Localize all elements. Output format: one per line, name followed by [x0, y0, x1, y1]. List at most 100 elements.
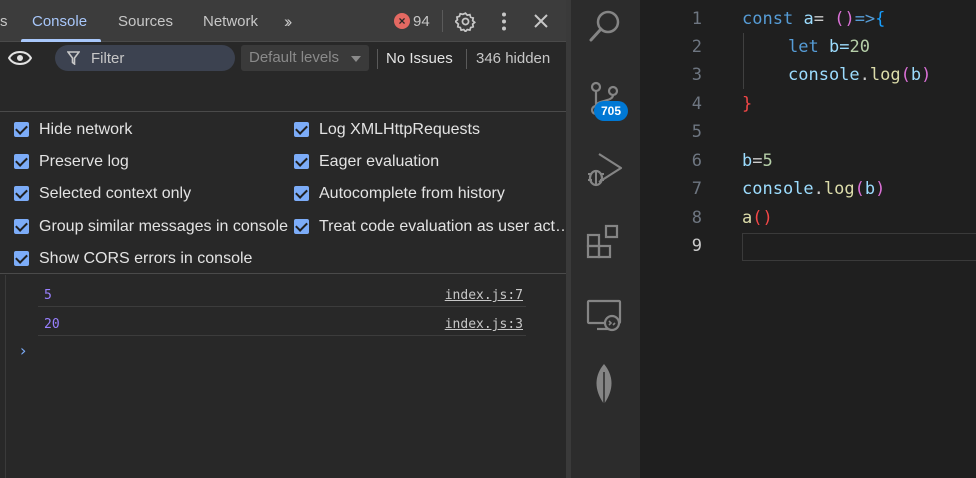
- checkbox[interactable]: [14, 154, 29, 169]
- close-icon[interactable]: [532, 12, 550, 30]
- filter-box: [55, 45, 235, 71]
- code-keyword: const: [742, 9, 794, 29]
- code-identifier: a: [803, 9, 814, 29]
- code-paren: ): [762, 208, 773, 228]
- code-dot: .: [859, 65, 870, 85]
- code-editor[interactable]: 1 2 3 4 5 6 7 8 9 const a= ()=>{ let b=2…: [640, 0, 976, 478]
- toolbar-divider: [442, 10, 443, 32]
- checkbox[interactable]: [294, 219, 309, 234]
- filter-input[interactable]: [91, 45, 231, 71]
- error-count[interactable]: 94: [413, 13, 430, 30]
- indent-guide: [743, 33, 744, 89]
- code-identifier: b: [742, 151, 753, 171]
- code-number: 20: [849, 37, 870, 57]
- issues-button[interactable]: No Issues: [386, 50, 453, 67]
- code-number: 5: [762, 151, 773, 171]
- code-identifier: console: [742, 179, 814, 199]
- console-message: 5 index.js:7: [38, 278, 526, 307]
- console-message-source-link[interactable]: index.js:3: [445, 317, 523, 332]
- checkbox[interactable]: [14, 219, 29, 234]
- code-line: let b=20: [788, 33, 870, 61]
- devtools-tab-bar: s Console Sources Network ›› × 94: [0, 0, 566, 42]
- checkbox[interactable]: [14, 122, 29, 137]
- code-paren: (: [752, 208, 763, 228]
- setting-label: Show CORS errors in console: [39, 250, 253, 267]
- console-prompt[interactable]: ›: [20, 341, 26, 360]
- console-message-value: 20: [44, 317, 60, 332]
- setting-label: Eager evaluation: [319, 153, 440, 170]
- code-dot: .: [813, 179, 824, 199]
- console-settings-pane: Hide network Preserve log Selected conte…: [0, 111, 566, 274]
- code-line: }: [742, 90, 752, 118]
- setting-label: Preserve log: [39, 153, 129, 170]
- filter-icon: [67, 51, 80, 65]
- line-number: 2: [691, 37, 702, 57]
- line-number-active: 9: [691, 236, 702, 256]
- tab-network[interactable]: Network: [203, 13, 258, 30]
- line-number: 7: [691, 179, 702, 199]
- checkbox[interactable]: [294, 122, 309, 137]
- extensions-icon[interactable]: [585, 222, 625, 262]
- code-arrow: =>: [854, 9, 876, 29]
- code-operator: =: [813, 9, 824, 29]
- code-line: console.log(b): [742, 175, 885, 203]
- search-icon[interactable]: [585, 6, 625, 46]
- setting-label: Selected context only: [39, 185, 192, 202]
- code-paren: ): [844, 9, 855, 29]
- setting-label: Hide network: [39, 121, 133, 138]
- activity-bar: 705: [571, 0, 640, 478]
- tab-sources[interactable]: Sources: [118, 13, 173, 30]
- console-message-source-link[interactable]: index.js:7: [445, 288, 523, 303]
- remote-explorer-icon[interactable]: [585, 296, 625, 336]
- more-tabs-icon[interactable]: ››: [284, 12, 293, 32]
- code-line: b=5: [742, 147, 773, 175]
- code-function: log: [823, 179, 855, 199]
- code-identifier: console: [788, 65, 860, 85]
- devtools-panel: s Console Sources Network ›› × 94 Filter…: [0, 0, 566, 478]
- line-number: 4: [691, 94, 702, 114]
- line-number: 5: [691, 122, 702, 142]
- checkbox[interactable]: [294, 186, 309, 201]
- setting-label: Log XMLHttpRequests: [319, 121, 480, 138]
- code-line: a(): [742, 204, 773, 232]
- chevron-down-icon: [351, 56, 361, 62]
- log-levels-select[interactable]: Default levels: [241, 45, 369, 71]
- code-paren: (: [854, 179, 865, 199]
- checkbox[interactable]: [294, 154, 309, 169]
- current-line-highlight: [742, 233, 976, 261]
- line-number: 1: [691, 9, 702, 29]
- leaf-icon[interactable]: [585, 362, 625, 410]
- code-operator: =: [752, 151, 763, 171]
- code-paren: ): [875, 179, 886, 199]
- console-gutter: [5, 275, 6, 478]
- code-brace: {: [875, 9, 886, 29]
- run-debug-icon[interactable]: [585, 148, 625, 190]
- gear-icon[interactable]: [455, 11, 476, 32]
- code-assignment: b=: [828, 37, 850, 57]
- code-function: log: [869, 65, 901, 85]
- error-icon[interactable]: ×: [394, 13, 410, 29]
- console-output: 5 index.js:7 20 index.js:3 ›: [0, 275, 566, 478]
- checkbox[interactable]: [14, 186, 29, 201]
- line-number: 8: [691, 208, 702, 228]
- code-line: const a= ()=>{: [742, 5, 885, 33]
- code-paren: ): [921, 65, 932, 85]
- eye-icon[interactable]: [8, 51, 32, 65]
- code-identifier: b: [864, 179, 876, 199]
- line-number: 3: [691, 65, 702, 85]
- code-paren: (: [834, 9, 845, 29]
- line-number: 6: [691, 151, 702, 171]
- setting-label: Treat code evaluation as user act…: [319, 218, 566, 235]
- setting-label: Group similar messages in console: [39, 218, 288, 235]
- log-levels-label: Default levels: [249, 49, 340, 66]
- code-function: a: [742, 208, 753, 228]
- checkbox[interactable]: [14, 251, 29, 266]
- code-keyword: let: [788, 37, 819, 57]
- code-identifier: b: [910, 65, 922, 85]
- tab-console[interactable]: Console: [32, 13, 87, 30]
- console-message: 20 index.js:3: [38, 307, 526, 336]
- console-toolbar: Default levels No Issues 346 hidden: [0, 42, 566, 74]
- tab-elements-truncated[interactable]: s: [0, 13, 8, 30]
- toolbar-divider: [377, 49, 378, 69]
- kebab-icon[interactable]: [496, 11, 512, 32]
